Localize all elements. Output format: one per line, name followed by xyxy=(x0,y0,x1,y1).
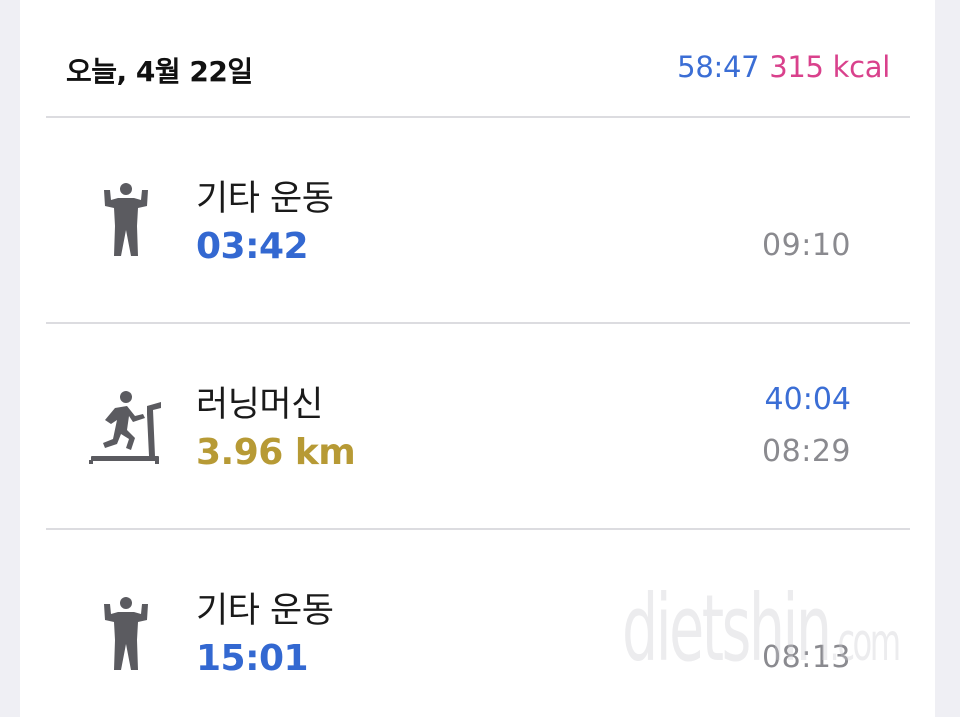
workout-row-1[interactable]: 기타 운동 03:42 09:10 xyxy=(20,118,935,323)
watermark-text: dietshin xyxy=(622,575,832,682)
workout-duration: 03:42 xyxy=(196,226,309,267)
workout-row-2[interactable]: 러닝머신 3.96 km 40:04 08:29 xyxy=(20,324,935,529)
watermark-logo: dietshin.com xyxy=(622,575,902,682)
strength-figure-icon xyxy=(104,597,148,670)
total-calories: 315 kcal xyxy=(769,50,890,84)
workout-name: 기타 운동 xyxy=(196,179,334,219)
strength-figure-icon xyxy=(104,183,148,256)
workout-name: 러닝머신 xyxy=(196,385,323,425)
workout-name: 기타 운동 xyxy=(196,591,334,631)
date-label: 오늘, 4월 22일 xyxy=(66,55,253,88)
watermark-suffix: .com xyxy=(829,613,902,673)
workout-start-time: 08:29 xyxy=(762,434,851,469)
workout-list-panel: 오늘, 4월 22일 58:47 315 kcal 기타 운동 03:42 09:… xyxy=(20,0,935,717)
workout-duration: 15:01 xyxy=(196,638,309,679)
day-summary-header: 오늘, 4월 22일 58:47 315 kcal xyxy=(20,0,935,117)
treadmill-runner-icon xyxy=(89,391,161,464)
total-duration: 58:47 xyxy=(677,50,760,84)
day-totals: 58:47 315 kcal xyxy=(677,50,890,84)
workout-start-time: 09:10 xyxy=(762,228,851,263)
workout-distance: 3.96 km xyxy=(196,432,356,473)
workout-duration: 40:04 xyxy=(764,382,851,417)
